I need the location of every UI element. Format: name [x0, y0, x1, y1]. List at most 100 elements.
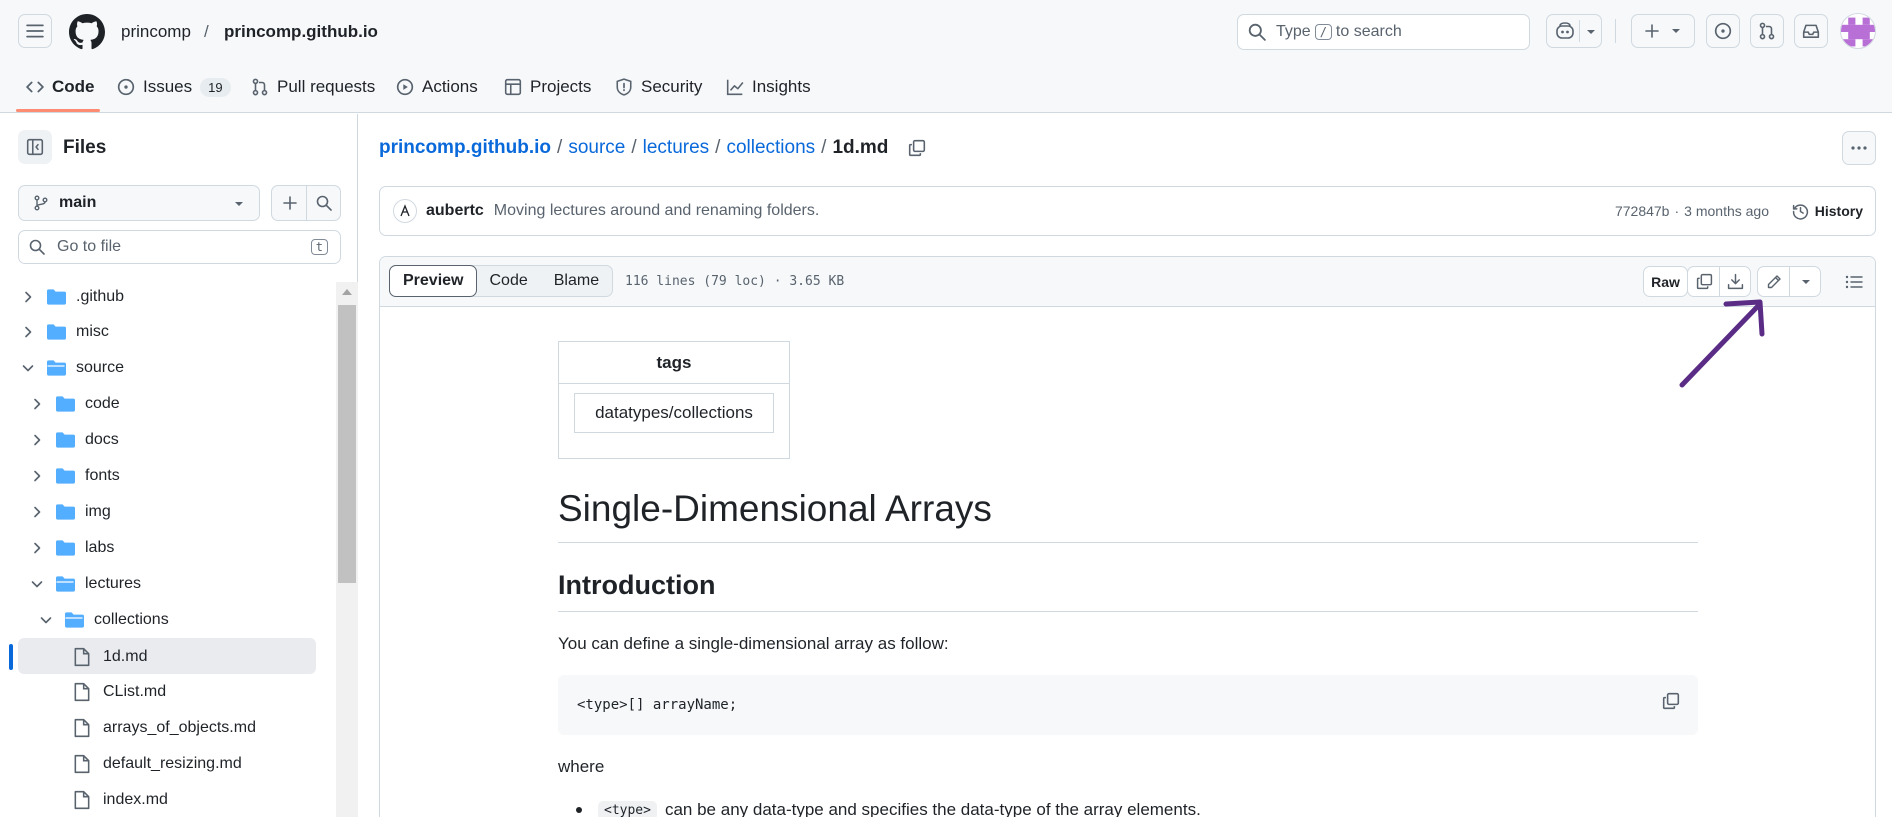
tree-item-misc[interactable]: misc: [20, 315, 109, 349]
tree-item-github[interactable]: .github: [20, 280, 124, 314]
outline-button[interactable]: [1838, 266, 1869, 297]
breadcrumb-repo-link[interactable]: princomp.github.io: [379, 137, 551, 159]
tab-label: Pull requests: [277, 77, 376, 96]
blame-tab[interactable]: Blame: [541, 266, 612, 296]
copy-icon: [1696, 273, 1712, 290]
tree-item-default-resizing-md[interactable]: default_resizing.md: [73, 747, 242, 781]
tab-code[interactable]: Code: [26, 70, 95, 104]
latest-commit-bar: aubertc Moving lectures around and renam…: [379, 186, 1876, 236]
tree-item-label: labs: [85, 539, 115, 556]
history-button[interactable]: History: [1792, 203, 1863, 220]
copy-code-button[interactable]: [1662, 692, 1680, 710]
tree-item-label: .github: [76, 288, 125, 305]
copilot-icon: [1556, 22, 1574, 39]
search-icon: [29, 239, 45, 255]
copilot-button[interactable]: [1546, 14, 1602, 48]
tree-item-collections[interactable]: collections: [38, 603, 169, 637]
chevron-down-icon: [1801, 279, 1810, 284]
git-pull-request-icon: [252, 78, 268, 96]
tags-value: datatypes/collections: [574, 393, 774, 433]
tree-item-clist-md[interactable]: CList.md: [73, 675, 166, 709]
tree-item-img[interactable]: img: [29, 495, 111, 529]
pencil-icon: [1767, 274, 1781, 288]
file-icon: [74, 647, 90, 667]
file-icon: [74, 682, 90, 702]
go-to-file-input[interactable]: Go to file t: [18, 230, 341, 264]
chevron-down-icon[interactable]: [1585, 26, 1597, 38]
owner-link[interactable]: princomp: [121, 22, 191, 42]
edit-options-dropdown[interactable]: [1790, 267, 1821, 296]
inbox-icon: [1802, 24, 1820, 38]
preview-tab[interactable]: Preview: [389, 265, 478, 297]
github-logo-icon[interactable]: [69, 14, 105, 50]
tab-issues[interactable]: Issues 19: [117, 70, 231, 104]
pull-requests-button[interactable]: [1750, 14, 1784, 48]
tab-actions[interactable]: Actions: [396, 70, 478, 104]
repo-link[interactable]: princomp.github.io: [224, 22, 378, 42]
tab-label: Security: [641, 77, 703, 96]
search-code-button[interactable]: [307, 186, 341, 220]
commit-sha[interactable]: 772847b: [1615, 203, 1670, 219]
more-options-button[interactable]: [1842, 131, 1876, 165]
breadcrumb-lectures-link[interactable]: lectures: [643, 137, 710, 159]
active-tab-indicator: [16, 109, 100, 112]
chevron-right-icon: [34, 470, 41, 482]
copy-icon: [909, 139, 926, 157]
author-avatar[interactable]: [393, 199, 417, 223]
avatar[interactable]: [1840, 13, 1876, 49]
folder-open-icon: [65, 612, 84, 628]
tree-item-fonts[interactable]: fonts: [29, 459, 120, 493]
tab-security[interactable]: Security: [615, 70, 702, 104]
tree-item-lectures[interactable]: lectures: [29, 567, 141, 601]
collapse-sidebar-button[interactable]: [18, 130, 52, 164]
create-new-button[interactable]: [1631, 14, 1695, 48]
tree-item-code[interactable]: code: [29, 387, 120, 421]
folder-icon: [47, 289, 66, 305]
breadcrumb-current-file: 1d.md: [832, 137, 889, 158]
chevron-right-icon: [25, 291, 32, 303]
commit-author[interactable]: aubertc: [426, 202, 484, 220]
issues-button[interactable]: [1706, 14, 1740, 48]
scroll-up-arrow-icon[interactable]: [341, 288, 353, 296]
breadcrumb-source-link[interactable]: source: [568, 137, 625, 159]
tab-insights[interactable]: Insights: [726, 70, 811, 104]
file-meta: 116 lines (79 loc) · 3.65 KB: [625, 274, 845, 289]
file-header: Preview Code Blame 116 lines (79 loc) · …: [380, 257, 1875, 307]
code-tab[interactable]: Code: [476, 266, 540, 296]
commit-meta: 772847b · 3 months ago: [1615, 203, 1769, 219]
folder-icon: [56, 468, 75, 484]
tree-item-arrays-of-objects-md[interactable]: arrays_of_objects.md: [73, 711, 256, 745]
breadcrumb-separator: /: [715, 137, 721, 158]
tree-item-docs[interactable]: docs: [29, 423, 119, 457]
bullet-inline-code: <type>: [598, 800, 657, 817]
tab-label: Issues: [143, 77, 193, 96]
file-icon: [74, 718, 90, 738]
history-icon: [1792, 203, 1808, 220]
sidebar-scrollbar-thumb[interactable]: [338, 305, 356, 583]
chevron-right-icon: [25, 326, 32, 338]
tab-projects[interactable]: Projects: [504, 70, 591, 104]
tab-pull-requests[interactable]: Pull requests: [251, 70, 375, 104]
chevron-down-icon: [40, 617, 52, 624]
commit-message[interactable]: Moving lectures around and renaming fold…: [494, 202, 820, 220]
menu-button[interactable]: [18, 14, 52, 48]
tree-item-1d-md[interactable]: 1d.md: [73, 640, 147, 674]
tree-item-label: collections: [94, 611, 169, 628]
search-suffix: to search: [1335, 23, 1402, 40]
history-label: History: [1814, 203, 1863, 219]
owner-repo-separator: /: [204, 22, 209, 41]
code-block: <type>[] arrayName;: [558, 675, 1698, 735]
breadcrumb-collections-link[interactable]: collections: [726, 137, 815, 159]
folder-icon: [47, 324, 66, 340]
tree-item-source[interactable]: source: [20, 351, 124, 385]
hamburger-icon: [26, 24, 44, 38]
tree-item-labs[interactable]: labs: [29, 531, 114, 565]
copy-path-button[interactable]: [908, 139, 926, 157]
code-icon: [26, 81, 44, 93]
add-file-button[interactable]: [272, 186, 307, 220]
inbox-button[interactable]: [1794, 14, 1828, 48]
search-input[interactable]: Type / to search: [1237, 14, 1530, 50]
tree-item-index-md[interactable]: index.md: [73, 783, 168, 817]
git-branch-icon: [34, 195, 48, 211]
branch-selector[interactable]: main: [18, 185, 260, 221]
